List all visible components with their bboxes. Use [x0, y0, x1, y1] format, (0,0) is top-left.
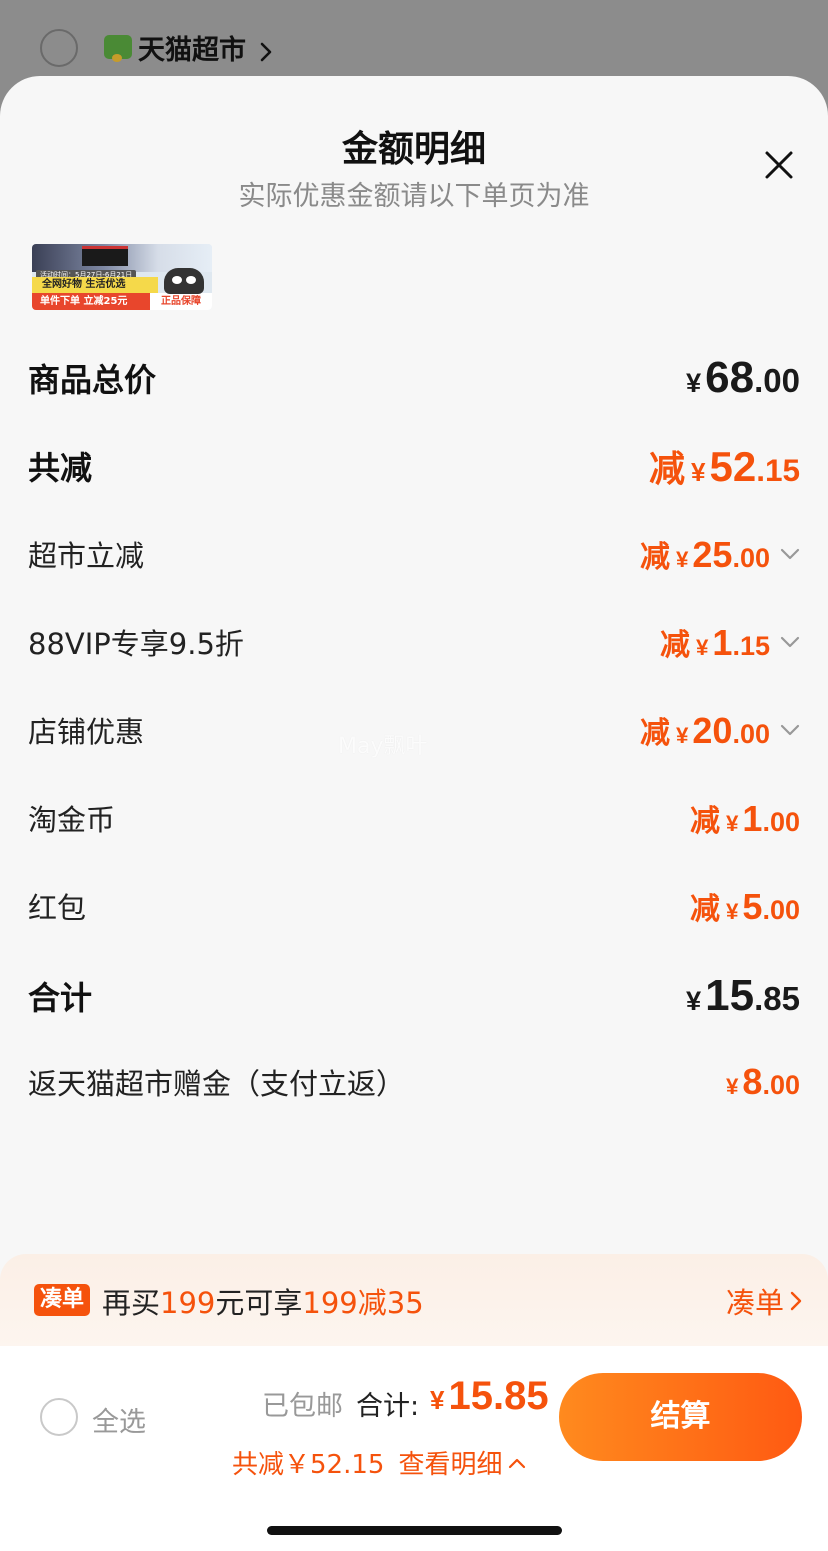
total-label: 合计:	[356, 1391, 420, 1422]
chevron-down-icon[interactable]	[780, 636, 800, 648]
banner-line2: 单件下单 立减25元	[32, 293, 150, 310]
row-value: ¥8.00	[726, 1061, 800, 1102]
sheet-title: 金额明细	[341, 129, 486, 170]
row-red-packet: 红包 减 ¥5.00	[28, 876, 800, 936]
store-select-radio[interactable]	[40, 29, 78, 67]
row-label: 红包	[28, 891, 87, 925]
row-label: 商品总价	[28, 361, 157, 399]
reduce-summary: 共减￥52.15 查看明细	[232, 1444, 526, 1481]
tmall-market-logo-icon	[104, 35, 132, 62]
row-value: 减 ¥5.00	[690, 886, 800, 927]
row-label: 店铺优惠	[28, 715, 145, 749]
chevron-down-icon[interactable]	[780, 548, 800, 560]
row-label: 88VIP专享9.5折	[28, 627, 244, 661]
home-indicator	[267, 1526, 562, 1535]
sheet-subtitle: 实际优惠金额请以下单页为准	[238, 181, 590, 212]
coudan-link[interactable]: 凑单	[726, 1280, 802, 1322]
total-amount: ¥15.85	[430, 1374, 549, 1418]
banner-line1: 全网好物 生活优选	[32, 277, 158, 293]
row-label: 超市立减	[28, 539, 145, 573]
row-value: ¥15.85	[686, 971, 800, 1020]
row-label: 共减	[28, 449, 93, 487]
row-label: 返天猫超市赠金（支付立返）	[28, 1067, 406, 1101]
free-shipping-label: 已包邮	[262, 1391, 343, 1422]
row-value: 减 ¥20.00	[640, 708, 800, 752]
row-total-reduce: 共减 减 ¥52.15	[28, 436, 800, 496]
amount-detail-sheet: 金额明细 实际优惠金额请以下单页为准 活动时间：5月27日-6月21日 全网好物…	[0, 76, 828, 1551]
checkout-button[interactable]: 结算	[559, 1373, 802, 1461]
view-detail-link[interactable]: 查看明细	[398, 1444, 502, 1481]
row-total-price: 商品总价 ¥68.00	[28, 348, 800, 408]
row-label: 淘金币	[28, 803, 116, 837]
select-all-radio[interactable]	[40, 1398, 78, 1436]
watermark: May飘叶	[338, 734, 428, 759]
coudan-tag: 凑单	[34, 1284, 91, 1316]
row-market-reduce[interactable]: 超市立减 减 ¥25.00	[28, 524, 800, 584]
select-all-label[interactable]: 全选	[92, 1400, 146, 1439]
banner-badge: 正品保障	[150, 293, 212, 310]
row-label: 合计	[28, 979, 93, 1017]
row-value: ¥68.00	[686, 353, 800, 402]
row-subtotal: 合计 ¥15.85	[28, 966, 800, 1026]
coudan-text: 再买199元可享199减35	[102, 1286, 424, 1320]
close-icon[interactable]	[762, 148, 796, 182]
row-value: 减 ¥25.00	[640, 532, 800, 576]
coudan-promo-bar: 凑单 再买199元可享199减35 凑单	[0, 1254, 828, 1346]
row-rebate: 返天猫超市赠金（支付立返） ¥8.00	[28, 1052, 800, 1112]
chevron-up-icon[interactable]	[508, 1457, 526, 1469]
row-value: 减 ¥52.15	[648, 443, 800, 490]
checkout-footer: 全选 已包邮 合计: ¥15.85 共减￥52.15 查看明细 结算	[0, 1346, 828, 1551]
chevron-right-icon	[261, 42, 272, 61]
tmall-cat-icon	[164, 268, 204, 294]
product-banner-image: 活动时间：5月27日-6月21日 全网好物 生活优选 单件下单 立减25元 正品…	[32, 244, 212, 310]
row-value: 减 ¥1.00	[690, 798, 800, 839]
row-taojinbi: 淘金币 减 ¥1.00	[28, 788, 800, 848]
row-88vip[interactable]: 88VIP专享9.5折 减 ¥1.15	[28, 612, 800, 672]
store-name[interactable]: 天猫超市	[138, 28, 273, 67]
chevron-right-icon	[790, 1291, 802, 1311]
chevron-down-icon[interactable]	[780, 724, 800, 736]
row-value: 减 ¥1.15	[660, 620, 800, 664]
